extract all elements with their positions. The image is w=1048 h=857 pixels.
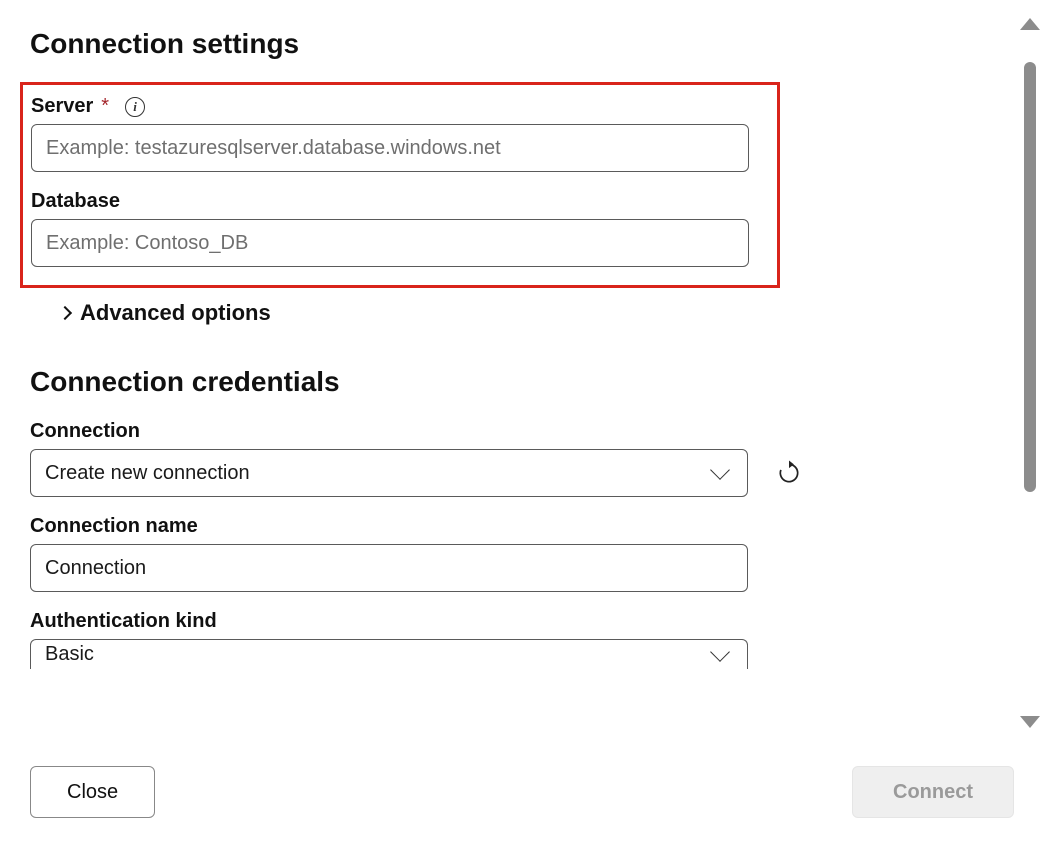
- dialog-footer: Close Connect: [0, 745, 1048, 857]
- connection-settings-heading: Connection settings: [30, 28, 970, 60]
- scroll-thumb[interactable]: [1024, 62, 1036, 492]
- connection-label-row: Connection: [30, 420, 970, 443]
- scroll-up-arrow-icon[interactable]: [1020, 18, 1040, 30]
- refresh-icon[interactable]: [776, 460, 802, 486]
- auth-kind-select[interactable]: Basic: [30, 639, 748, 669]
- dialog-scroll-area: Connection settings Server * i Database …: [0, 0, 1000, 735]
- connection-label: Connection: [30, 420, 140, 443]
- server-label: Server: [31, 95, 93, 118]
- info-icon[interactable]: i: [125, 97, 145, 117]
- server-input[interactable]: [31, 124, 749, 172]
- auth-kind-label-row: Authentication kind: [30, 610, 970, 633]
- database-label-row: Database: [31, 190, 769, 213]
- connection-credentials-heading: Connection credentials: [30, 366, 970, 398]
- advanced-options-label: Advanced options: [80, 300, 271, 326]
- server-field-block: Server * i: [31, 95, 769, 172]
- connection-name-field-block: Connection name: [30, 515, 970, 592]
- scroll-down-arrow-icon[interactable]: [1020, 716, 1040, 728]
- vertical-scrollbar[interactable]: [1018, 18, 1042, 728]
- server-label-row: Server * i: [31, 95, 769, 118]
- database-label: Database: [31, 190, 120, 213]
- connection-name-label: Connection name: [30, 515, 198, 538]
- auth-kind-field-block: Authentication kind Basic: [30, 610, 970, 669]
- chevron-right-icon: [58, 306, 72, 320]
- connect-button[interactable]: Connect: [852, 766, 1014, 818]
- database-field-block: Database: [31, 190, 769, 267]
- settings-highlight-box: Server * i Database: [20, 82, 780, 288]
- connection-name-input[interactable]: [30, 544, 748, 592]
- connection-select-value: Create new connection: [45, 462, 250, 485]
- chevron-down-icon: [710, 642, 730, 662]
- chevron-down-icon: [710, 460, 730, 480]
- connection-name-label-row: Connection name: [30, 515, 970, 538]
- database-input[interactable]: [31, 219, 749, 267]
- auth-kind-label: Authentication kind: [30, 610, 217, 633]
- advanced-options-expander[interactable]: Advanced options: [60, 300, 970, 326]
- required-star-icon: *: [101, 95, 109, 118]
- auth-kind-select-value: Basic: [45, 643, 94, 666]
- connection-field-block: Connection Create new connection: [30, 420, 970, 497]
- connection-select-row: Create new connection: [30, 449, 970, 497]
- connection-select[interactable]: Create new connection: [30, 449, 748, 497]
- close-button[interactable]: Close: [30, 766, 155, 818]
